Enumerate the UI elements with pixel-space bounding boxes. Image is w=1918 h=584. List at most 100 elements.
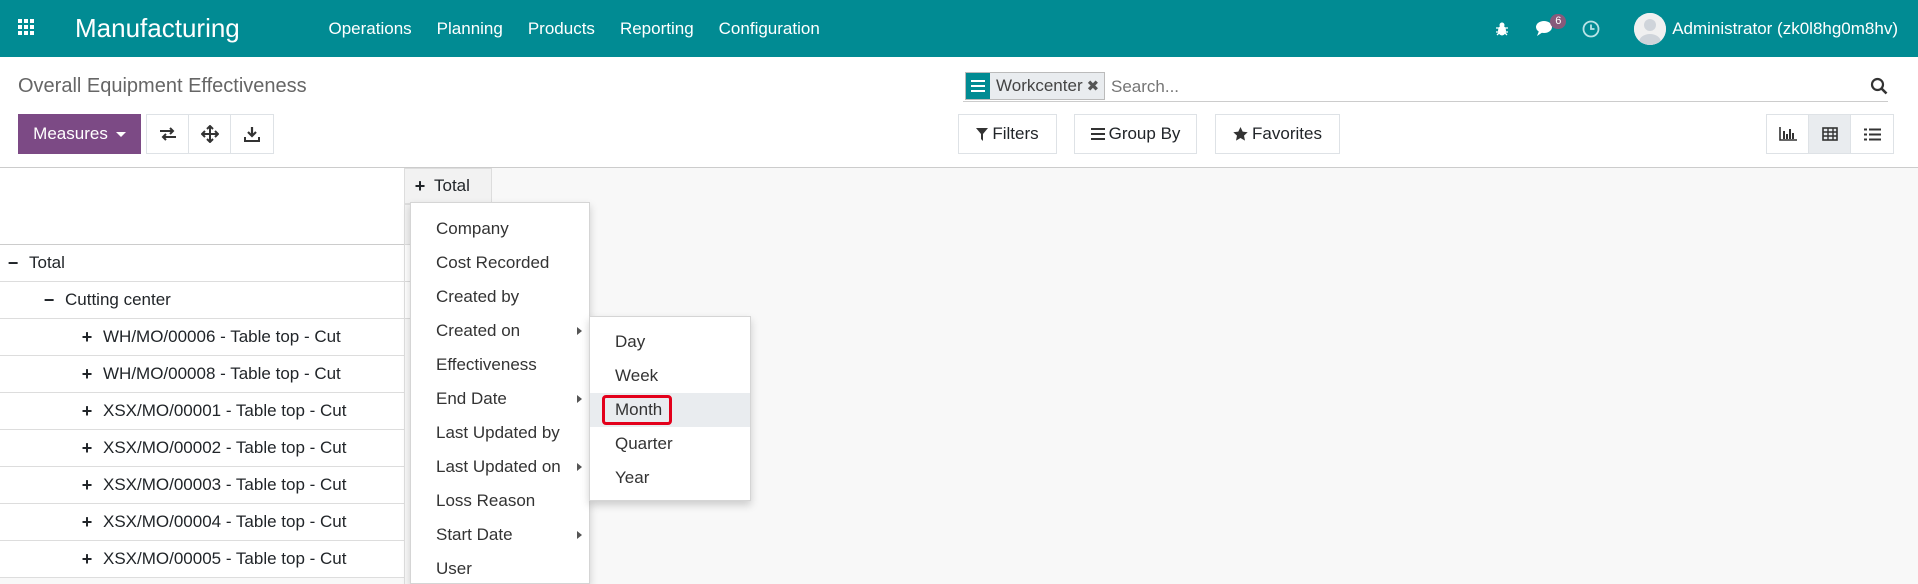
groupby-item-start-date[interactable]: Start Date [411,518,589,552]
remove-facet-icon[interactable]: ✖ [1087,77,1105,95]
pivot-row[interactable]: + XSX/MO/00002 - Table top - Cut [0,430,405,467]
groupby-item-user[interactable]: User [411,552,589,584]
plus-icon: + [81,548,93,569]
control-panel: Overall Equipment Effectiveness Measures [0,57,1918,168]
main-menu: Operations Planning Products Reporting C… [316,0,832,57]
user-avatar[interactable] [1634,12,1667,45]
download-xlsx-button[interactable] [231,115,273,153]
list-view-button[interactable] [1851,115,1893,153]
user-name[interactable]: Administrator (zk0l8hg0m8hv) [1672,19,1898,39]
row-label: WH/MO/00006 - Table top - Cut [103,327,341,346]
groupby-label: Group By [1108,124,1181,143]
groupby-item-last-updated-by[interactable]: Last Updated by [411,416,589,450]
caret-down-icon [115,131,126,137]
row-label: WH/MO/00008 - Table top - Cut [103,364,341,383]
menu-operations[interactable]: Operations [329,19,412,39]
groupby-item-cost-recorded[interactable]: Cost Recorded [411,246,589,280]
caret-right-icon [577,531,582,539]
groupby-item-created-by[interactable]: Created by [411,280,589,314]
groupby-item-effectiveness[interactable]: Effectiveness [411,348,589,382]
minus-icon: − [7,252,19,273]
groupby-list-icon [966,73,990,99]
view-switcher [1766,114,1894,154]
row-label: Cutting center [65,290,171,309]
search-bar: Workcenter ✖ [963,72,1888,102]
facet-value: Workcenter [996,76,1083,95]
exchange-icon [159,127,176,141]
filters-button[interactable]: Filters [958,114,1057,154]
groupby-dropdown: Company Cost Recorded Created by Created… [410,202,590,584]
row-label: XSX/MO/00004 - Table top - Cut [103,512,347,531]
interval-year[interactable]: Year [590,461,750,495]
search-facet: Workcenter ✖ [965,72,1106,100]
messages-count-badge: 6 [1550,13,1567,29]
plus-icon: + [81,326,93,347]
pivot-row[interactable]: + XSX/MO/00004 - Table top - Cut [0,504,405,541]
measures-button[interactable]: Measures [18,114,141,154]
pivot-row[interactable]: + WH/MO/00008 - Table top - Cut [0,356,405,393]
table-icon [1821,127,1838,141]
flip-axis-button[interactable] [147,115,189,153]
pivot-corner-header [0,168,405,245]
debug-bug-icon[interactable] [1494,21,1510,37]
caret-right-icon [577,327,582,335]
expand-all-button[interactable] [189,115,231,153]
pivot-col-total-header[interactable]: + Total [404,168,492,204]
pivot-view-button[interactable] [1809,115,1851,153]
groupby-button[interactable]: Group By [1074,114,1197,154]
minus-icon: − [43,289,55,310]
bars-icon [1090,128,1105,140]
row-label: XSX/MO/00001 - Table top - Cut [103,401,347,420]
pivot-row-group[interactable]: − Cutting center [0,282,405,319]
filters-label: Filters [992,124,1039,143]
groupby-item-last-updated-on[interactable]: Last Updated on [411,450,589,484]
plus-icon: + [81,474,93,495]
star-icon [1233,127,1248,141]
interval-month[interactable]: Month [590,393,750,427]
favorites-label: Favorites [1252,124,1322,143]
menu-planning[interactable]: Planning [437,19,503,39]
bar-chart-icon [1778,127,1797,141]
interval-week[interactable]: Week [590,359,750,393]
arrows-move-icon [200,125,219,143]
plus-icon: + [81,511,93,532]
pivot-row[interactable]: + XSX/MO/00005 - Table top - Cut [0,541,405,578]
interval-submenu: Day Week Month Quarter Year [589,316,751,501]
groupby-item-created-on[interactable]: Created on [411,314,589,348]
messages-icon[interactable]: 6 [1536,13,1567,38]
row-label: Total [29,253,65,272]
menu-products[interactable]: Products [528,19,595,39]
activity-clock-icon[interactable] [1582,20,1600,38]
pivot-row-total[interactable]: − Total [0,245,405,282]
list-icon [1863,128,1881,140]
pivot-row[interactable]: + XSX/MO/00001 - Table top - Cut [0,393,405,430]
download-icon [244,127,260,142]
apps-grid-icon[interactable] [18,19,36,37]
navbar-systray: 6 Administrator (zk0l8hg0m8hv) [1494,0,1918,57]
groupby-item-company[interactable]: Company [411,212,589,246]
favorites-button[interactable]: Favorites [1215,114,1340,154]
row-label: XSX/MO/00003 - Table top - Cut [103,475,347,494]
interval-quarter[interactable]: Quarter [590,427,750,461]
col-total-label: Total [434,176,470,195]
top-navbar: Manufacturing Operations Planning Produc… [0,0,1918,57]
measures-label: Measures [33,124,108,143]
graph-view-button[interactable] [1767,115,1809,153]
caret-right-icon [577,463,582,471]
menu-reporting[interactable]: Reporting [620,19,694,39]
search-icon[interactable] [1870,77,1888,95]
row-label: XSX/MO/00002 - Table top - Cut [103,438,347,457]
groupby-item-loss-reason[interactable]: Loss Reason [411,484,589,518]
app-name[interactable]: Manufacturing [75,13,240,44]
pivot-row[interactable]: + XSX/MO/00003 - Table top - Cut [0,467,405,504]
groupby-item-end-date[interactable]: End Date [411,382,589,416]
plus-icon: + [81,437,93,458]
interval-day[interactable]: Day [590,325,750,359]
plus-icon: + [81,400,93,421]
search-input[interactable] [1111,75,1831,99]
pivot-row[interactable]: + WH/MO/00006 - Table top - Cut [0,319,405,356]
pivot-divider [404,245,405,584]
plus-icon: + [81,363,93,384]
menu-configuration[interactable]: Configuration [719,19,820,39]
row-label: XSX/MO/00005 - Table top - Cut [103,549,347,568]
